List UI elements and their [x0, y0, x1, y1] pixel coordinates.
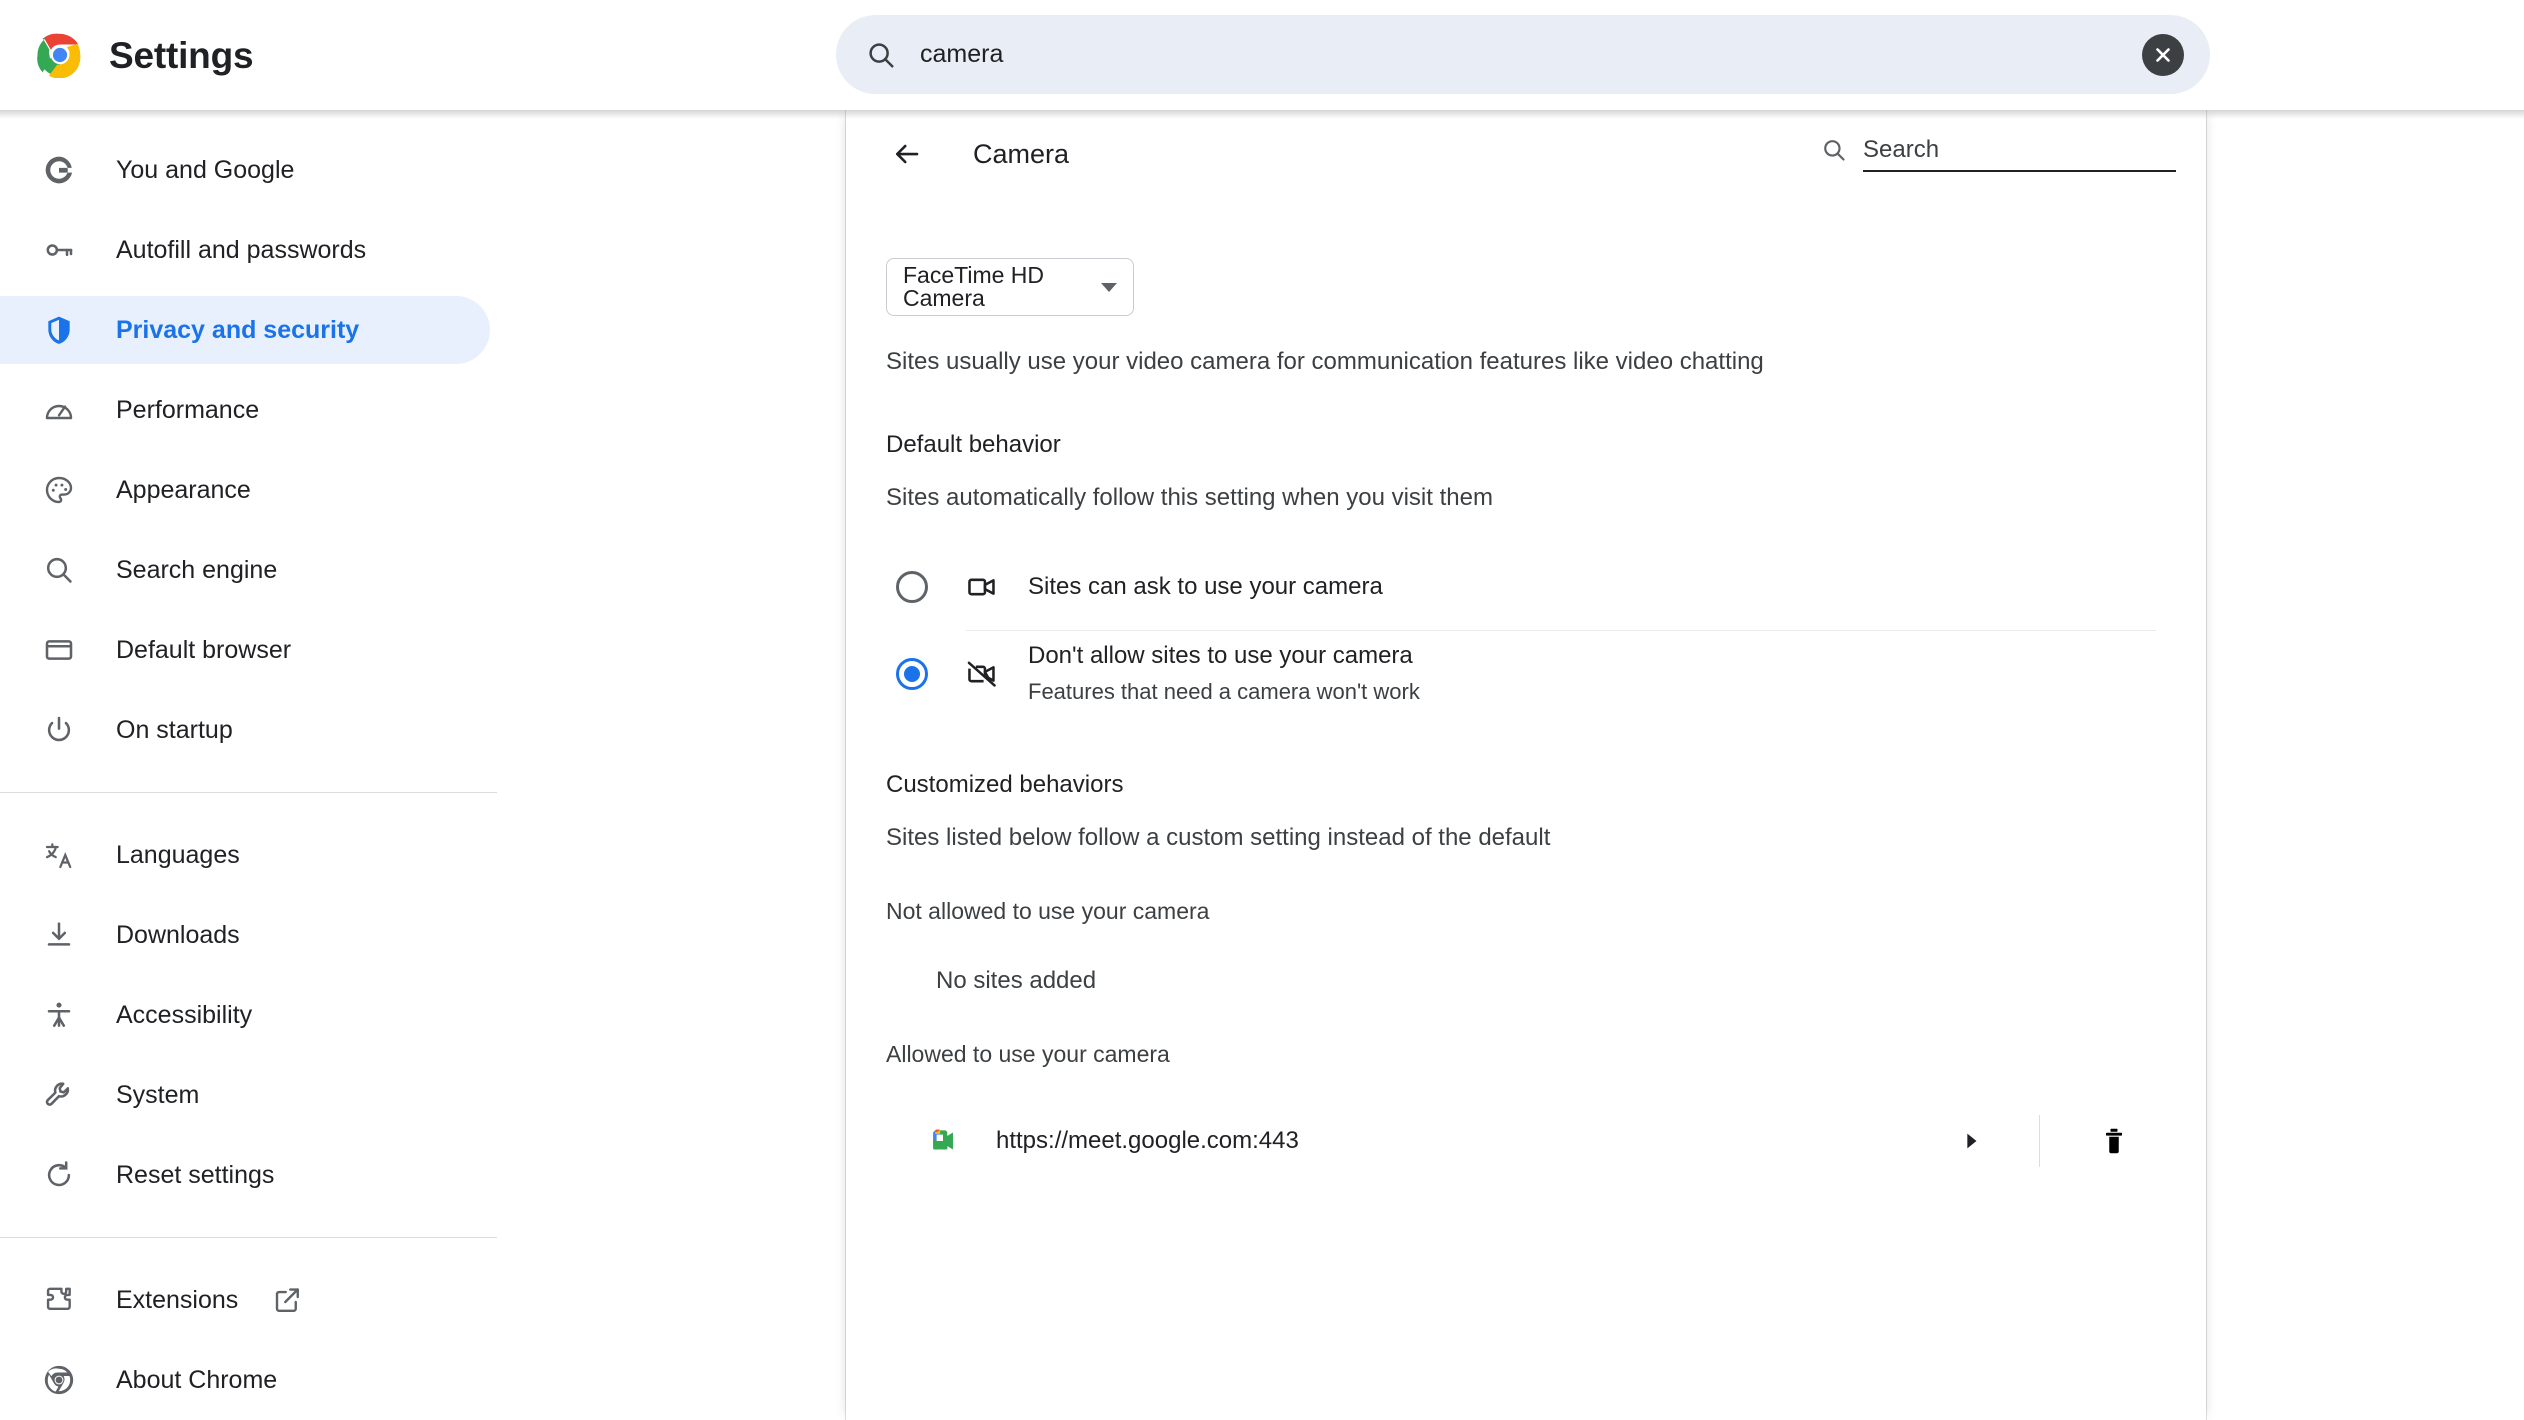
palette-icon [40, 471, 78, 509]
customized-behaviors-title: Customized behaviors [886, 770, 1124, 798]
open-in-new-icon[interactable] [272, 1285, 302, 1315]
blocked-sites-empty: No sites added [936, 966, 1097, 994]
camera-device-value: FaceTime HD Camera [903, 262, 1044, 311]
sidebar-item-reset-settings[interactable]: Reset settings [0, 1135, 845, 1215]
google-meet-icon [933, 1129, 953, 1150]
translate-icon [40, 836, 78, 874]
default-behavior-title: Default behavior [886, 431, 1061, 459]
search-icon [40, 551, 78, 589]
panel-header: Camera [846, 110, 2206, 198]
sidebar-item-default-browser[interactable]: Default browser [0, 610, 845, 690]
sidebar-item-autofill-and-passwords[interactable]: Autofill and passwords [0, 210, 845, 290]
customized-behaviors-subtitle: Sites listed below follow a custom setti… [886, 823, 1551, 851]
sidebar-item-label: About Chrome [116, 1365, 278, 1394]
allowed-site-row[interactable]: https://meet.google.com:443 [926, 1108, 2166, 1174]
settings-sidebar: You and Google Autofill and passwords Pr… [0, 110, 845, 1420]
blocked-sites-heading: Not allowed to use your camera [886, 897, 1210, 924]
radio-option-label: Don't allow sites to use your camera [1028, 642, 1413, 670]
default-behavior-options: Sites can ask to use your camera Don't a… [886, 544, 2166, 717]
sidebar-item-appearance[interactable]: Appearance [0, 450, 845, 530]
accessibility-icon [40, 996, 78, 1034]
sidebar-item-label: Appearance [116, 475, 251, 504]
sidebar-item-label: Languages [116, 840, 240, 869]
sidebar-item-label: On startup [116, 715, 233, 744]
videocam-icon [968, 578, 995, 596]
chrome-logo-icon [37, 33, 82, 78]
camera-device-select[interactable]: FaceTime HD Camera [886, 258, 1134, 316]
allowed-sites-heading: Allowed to use your camera [886, 1041, 1170, 1068]
sidebar-item-label: Reset settings [116, 1160, 275, 1189]
sidebar-item-label: Performance [116, 395, 260, 424]
shield-icon [40, 311, 78, 349]
back-button[interactable] [886, 133, 928, 175]
panel-title: Camera [973, 138, 1070, 169]
browser-window-icon [40, 631, 78, 669]
sidebar-item-label: You and Google [116, 155, 295, 184]
chevron-right-icon [1967, 1133, 1977, 1149]
panel-body: FaceTime HD Camera Sites usually use you… [846, 258, 2206, 1174]
sidebar-item-label: Privacy and security [116, 315, 360, 344]
puzzle-icon [40, 1281, 78, 1319]
search-input[interactable] [920, 40, 2142, 69]
expand-site-button[interactable] [1951, 1121, 1991, 1161]
radio-option-label: Sites can ask to use your camera [1028, 572, 1383, 600]
sidebar-item-on-startup[interactable]: On startup [0, 690, 845, 770]
app-header: Settings [0, 0, 2524, 119]
camera-settings-panel: Camera FaceTime HD Camera Sites usually … [846, 110, 2206, 1420]
sidebar-item-label: Downloads [116, 920, 240, 949]
sidebar-divider [0, 792, 497, 793]
global-search-bar[interactable] [836, 15, 2210, 94]
radio-option-ask[interactable]: Sites can ask to use your camera [886, 544, 2166, 630]
site-url: https://meet.google.com:443 [996, 1126, 1299, 1154]
search-icon [869, 42, 894, 67]
sidebar-item-extensions[interactable]: Extensions [0, 1260, 845, 1340]
chrome-outline-icon [40, 1361, 78, 1399]
radio-option-sublabel: Features that need a camera won't work [1028, 679, 1420, 705]
panel-search[interactable] [1821, 136, 2176, 172]
sidebar-item-you-and-google[interactable]: You and Google [0, 130, 845, 210]
sidebar-item-label: System [116, 1080, 200, 1109]
default-behavior-subtitle: Sites automatically follow this setting … [886, 484, 1493, 512]
page-title: Settings [109, 34, 254, 76]
sidebar-divider [0, 1237, 497, 1238]
wrench-icon [40, 1076, 78, 1114]
sidebar-item-label: Autofill and passwords [116, 235, 367, 264]
delete-site-button[interactable] [2092, 1119, 2136, 1163]
sidebar-item-languages[interactable]: Languages [0, 815, 845, 895]
clear-search-button[interactable] [2142, 33, 2184, 76]
power-icon [40, 711, 78, 749]
sidebar-item-downloads[interactable]: Downloads [0, 895, 845, 975]
videocam-off-icon [967, 661, 996, 687]
sidebar-item-search-engine[interactable]: Search engine [0, 530, 845, 610]
sidebar-item-label: Default browser [116, 635, 292, 664]
key-icon [40, 231, 78, 269]
device-description: Sites usually use your video camera for … [886, 348, 1764, 375]
arrow-back-icon [895, 144, 919, 164]
panel-search-input[interactable] [1863, 136, 2176, 164]
sidebar-item-privacy-and-security[interactable]: Privacy and security [0, 290, 845, 370]
radio-option-block[interactable]: Don't allow sites to use your camera Fea… [886, 631, 2166, 717]
google-g-icon [40, 151, 78, 189]
search-icon [1824, 140, 1845, 161]
radio-indicator [896, 657, 928, 690]
trash-icon [2106, 1128, 2122, 1154]
speedometer-icon [40, 391, 78, 429]
close-icon [2156, 47, 2170, 62]
restore-icon [40, 1156, 78, 1194]
sidebar-item-label: Search engine [116, 555, 278, 584]
brand-area: Settings [37, 32, 777, 78]
row-divider [2039, 1114, 2040, 1167]
chevron-down-icon [1101, 282, 1117, 292]
sidebar-item-about-chrome[interactable]: About Chrome [0, 1340, 845, 1420]
radio-indicator [896, 570, 928, 603]
sidebar-item-label: Accessibility [116, 1000, 253, 1029]
sidebar-item-performance[interactable]: Performance [0, 370, 845, 450]
sidebar-item-system[interactable]: System [0, 1055, 845, 1135]
sidebar-item-accessibility[interactable]: Accessibility [0, 975, 845, 1055]
sidebar-item-label: Extensions [116, 1285, 239, 1314]
download-icon [40, 916, 78, 954]
